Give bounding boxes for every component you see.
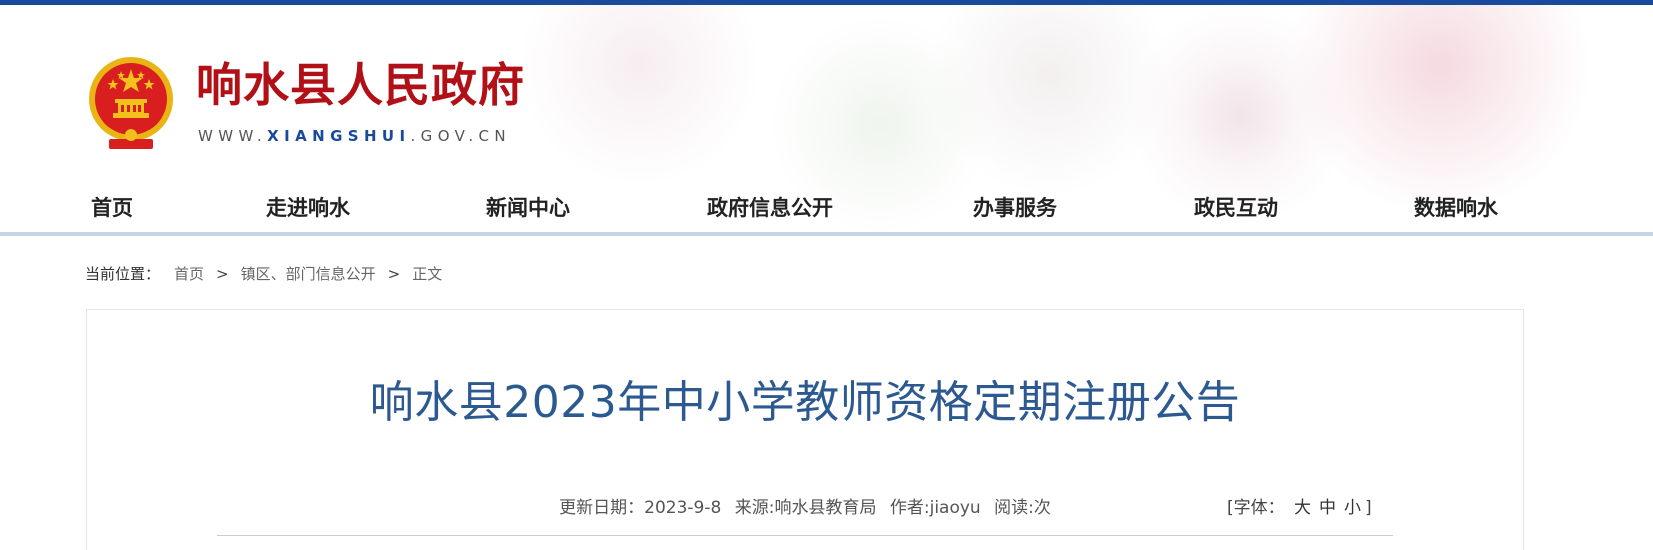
nav-item-gov-info[interactable]: 政府信息公开 [707,193,833,223]
nav-item-data[interactable]: 数据响水 [1414,193,1498,223]
site-url-prefix: WWW. [198,127,268,145]
font-size-large-button[interactable]: 大 [1294,498,1311,518]
article-title: 响水县2023年中小学教师资格定期注册公告 [369,377,1241,428]
breadcrumb-separator: > [387,265,401,283]
breadcrumb-separator: > [216,265,229,283]
breadcrumb-current: 正文 [412,265,443,283]
nav-item-home[interactable]: 首页 [91,193,133,223]
site-header: 响水县人民政府 WWW.XIANGSHUI.GOV.CN 首页 走进响水 新闻中… [0,5,1653,233]
font-size-medium-button[interactable]: 中 [1319,498,1336,518]
national-emblem-icon [89,57,173,149]
nav-item-services[interactable]: 办事服务 [973,193,1057,223]
meta-divider [217,535,1393,536]
article-panel: 响水县2023年中小学教师资格定期注册公告 更新日期：2023-9-8 来源:响… [86,309,1524,550]
nav-divider [0,232,1653,236]
meta-reads: 阅读:次 [994,498,1051,518]
meta-source: 来源:响水县教育局 [734,498,877,518]
meta-date: 更新日期：2023-9-8 [559,498,722,518]
font-size-label: [字体： [1227,498,1285,518]
meta-author: 作者:jiaoyu [889,498,981,518]
breadcrumb-dept[interactable]: 镇区、部门信息公开 [241,265,376,283]
site-url-highlight: XIANGSHUI [267,127,411,145]
font-size-small-button[interactable]: 小 [1344,498,1361,518]
breadcrumb-prefix: 当前位置： [85,265,161,283]
site-name[interactable]: 响水县人民政府 [196,57,525,113]
font-size-close: ] [1365,498,1372,518]
nav-item-interaction[interactable]: 政民互动 [1194,193,1278,223]
site-url-suffix: .GOV.CN [410,127,512,145]
font-size-control: [字体： 大中小] [1227,496,1372,520]
nav-item-about[interactable]: 走进响水 [266,193,350,223]
breadcrumb-home[interactable]: 首页 [174,265,204,283]
breadcrumb: 当前位置： 首页 > 镇区、部门信息公开 > 正文 [85,263,442,285]
site-url: WWW.XIANGSHUI.GOV.CN [198,127,511,145]
main-nav: 首页 走进响水 新闻中心 政府信息公开 办事服务 政民互动 数据响水 [0,183,1653,235]
nav-item-news[interactable]: 新闻中心 [486,193,570,223]
